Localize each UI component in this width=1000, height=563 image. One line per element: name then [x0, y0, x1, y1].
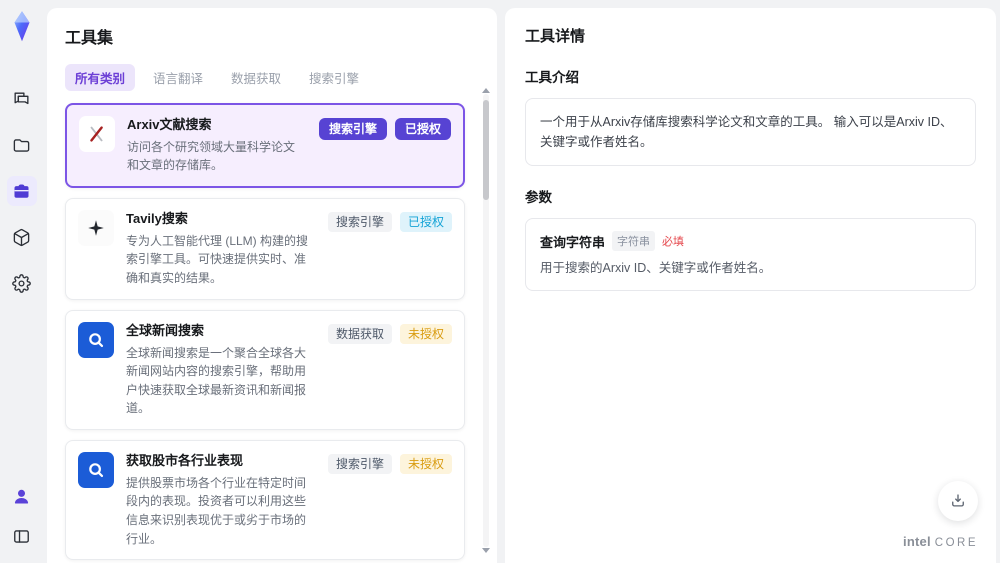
tavily-star-logo-icon — [78, 210, 114, 247]
tool-name: Tavily搜索 — [126, 211, 188, 227]
category-tabs: 所有类别 语言翻译 数据获取 搜索引擎 — [65, 64, 479, 91]
tool-name: Arxiv文献搜索 — [127, 117, 212, 132]
brand-sub: core — [934, 537, 978, 549]
intro-heading: 工具介绍 — [525, 70, 579, 85]
intel-core-logo: intel core — [903, 534, 978, 549]
category-badge: 搜索引擎 — [318, 118, 387, 140]
app-logo-icon[interactable] — [7, 10, 37, 42]
auth-status-badge: 未授权 — [399, 453, 452, 474]
category-badge: 搜索引擎 — [327, 453, 392, 474]
tool-detail-panel: 工具详情 工具介绍 一个用于从Arxiv存储库搜索科学论文和文章的工具。 输入可… — [505, 8, 996, 563]
category-badge: 数据获取 — [327, 323, 392, 344]
tool-name: 获取股市各行业表现 — [126, 452, 244, 468]
brand-word: intel — [903, 534, 931, 549]
tool-intro-text: 一个用于从Arxiv存储库搜索科学论文和文章的工具。 输入可以是Arxiv ID… — [525, 98, 976, 166]
app-rail — [0, 0, 43, 563]
user-avatar-icon[interactable] — [7, 481, 37, 511]
tab-search-engine[interactable]: 搜索引擎 — [299, 64, 369, 91]
download-icon — [952, 494, 964, 507]
tab-all-categories[interactable]: 所有类别 — [65, 64, 136, 91]
tool-card-arxiv[interactable]: Arxiv文献搜索 访问各个研究领域大量科学论文和文章的存储库。 搜索引擎 已授… — [65, 103, 465, 189]
tab-language-translation[interactable]: 语言翻译 — [143, 64, 213, 91]
scroll-down-arrow-icon[interactable] — [482, 548, 490, 553]
tool-name: 全球新闻搜索 — [126, 322, 205, 338]
tool-description: 提供股票市场各个行业在特定时间段内的表现。投资者可以利用这些信息来识别表现优于或… — [126, 475, 307, 546]
panel-toggle-icon[interactable] — [7, 521, 37, 551]
tool-description: 专为人工智能代理 (LLM) 构建的搜索引擎工具。可快速提供实时、准确和真实的结… — [126, 233, 309, 286]
parameter-card: 查询字符串 字符串 必填 用于搜索的Arxiv ID、关键字或作者姓名。 — [525, 218, 976, 291]
category-badge: 搜索引擎 — [327, 212, 392, 233]
folder-icon[interactable] — [7, 130, 37, 160]
tool-list-panel: 工具集 所有类别 语言翻译 数据获取 搜索引擎 Arxiv文献搜索 访问各个研究… — [47, 8, 497, 563]
detail-panel-title: 工具详情 — [525, 28, 586, 45]
download-button[interactable] — [938, 481, 978, 521]
param-description: 用于搜索的Arxiv ID、关键字或作者姓名。 — [540, 261, 772, 275]
list-scrollbar[interactable] — [482, 88, 490, 553]
tab-data-fetch[interactable]: 数据获取 — [221, 64, 291, 91]
tool-card-sector-performance[interactable]: 获取股市各行业表现 提供股票市场各个行业在特定时间段内的表现。投资者可以利用这些… — [65, 439, 465, 561]
tool-description: 全球新闻搜索是一个聚合全球各大新闻网站内容的搜索引擎，帮助用户快速获取全球最新资… — [126, 345, 307, 416]
settings-gear-icon[interactable] — [7, 268, 37, 298]
scroll-up-arrow-icon[interactable] — [482, 88, 490, 93]
params-heading: 参数 — [525, 190, 552, 205]
news-search-logo-icon — [78, 321, 114, 358]
cube-icon[interactable] — [7, 222, 37, 252]
tool-list: Arxiv文献搜索 访问各个研究领域大量科学论文和文章的存储库。 搜索引擎 已授… — [65, 103, 479, 563]
tool-card-global-news[interactable]: 全球新闻搜索 全球新闻搜索是一个聚合全球各大新闻网站内容的搜索引擎，帮助用户快速… — [65, 309, 465, 430]
param-type-chip: 字符串 — [612, 231, 656, 251]
param-required-flag: 必填 — [662, 236, 685, 248]
news-search-logo-icon — [78, 451, 114, 488]
tool-card-tavily[interactable]: Tavily搜索 专为人工智能代理 (LLM) 构建的搜索引擎工具。可快速提供实… — [65, 198, 465, 300]
param-name: 查询字符串 — [540, 234, 606, 250]
auth-status-badge: 已授权 — [399, 212, 452, 233]
arxiv-logo-icon — [79, 116, 115, 152]
page-title: 工具集 — [65, 30, 114, 47]
auth-status-badge: 未授权 — [399, 323, 452, 344]
toolbox-icon[interactable] — [6, 176, 37, 206]
tool-description: 访问各个研究领域大量科学论文和文章的存储库。 — [127, 139, 296, 173]
chat-icon[interactable] — [7, 84, 37, 114]
auth-status-badge: 已授权 — [394, 118, 451, 140]
scrollbar-thumb[interactable] — [483, 100, 489, 200]
